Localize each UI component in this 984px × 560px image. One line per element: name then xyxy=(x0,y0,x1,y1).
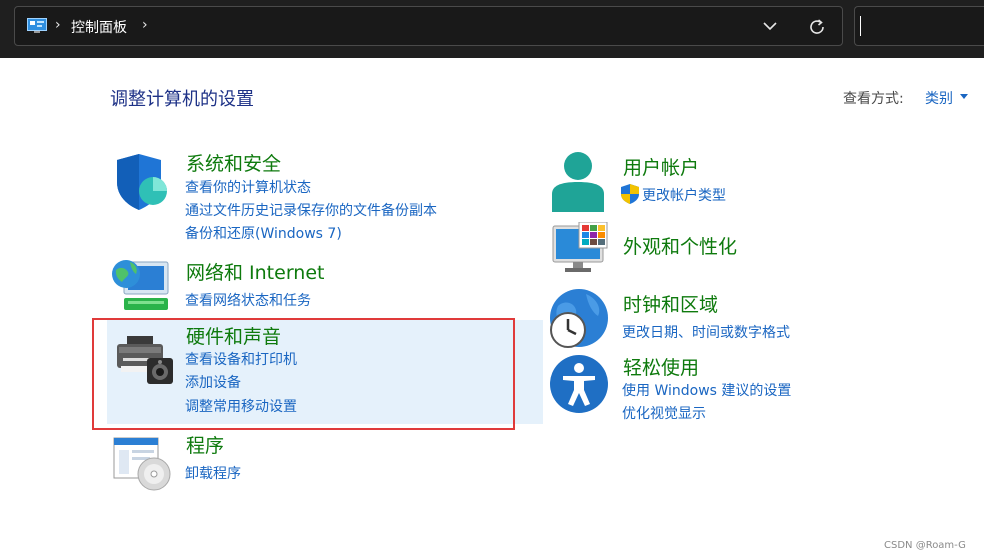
category-appearance-personalization[interactable]: 外观和个性化 xyxy=(623,232,737,259)
programs-disc-icon[interactable] xyxy=(112,436,174,492)
category-user-accounts[interactable]: 用户帐户 xyxy=(623,153,699,180)
page-title: 调整计算机的设置 xyxy=(110,89,254,110)
category-clock-region[interactable]: 时钟和区域 xyxy=(623,290,718,317)
title-bar: › 控制面板 › xyxy=(0,0,984,58)
view-by-dropdown[interactable]: 类别 xyxy=(925,88,953,108)
printer-speaker-icon[interactable] xyxy=(113,334,175,386)
control-panel-icon xyxy=(27,18,47,33)
link-change-account-type[interactable]: 更改帐户类型 xyxy=(642,185,726,205)
shield-pie-icon[interactable] xyxy=(113,154,169,210)
link-change-date-time-format[interactable]: 更改日期、时间或数字格式 xyxy=(622,322,790,342)
link-uninstall-program[interactable]: 卸载程序 xyxy=(185,463,241,483)
link-windows-recommended-settings[interactable]: 使用 Windows 建议的设置 xyxy=(622,380,791,400)
category-hardware-sound[interactable]: 硬件和声音 xyxy=(186,322,281,349)
link-view-devices-printers[interactable]: 查看设备和打印机 xyxy=(185,349,297,369)
breadcrumb-control-panel[interactable]: 控制面板 xyxy=(71,17,127,37)
address-bar[interactable]: › 控制面板 › xyxy=(14,6,843,46)
watermark: CSDN @Roam-G xyxy=(884,540,966,551)
breadcrumb-separator[interactable]: › xyxy=(142,17,148,33)
network-globe-icon[interactable] xyxy=(110,256,170,314)
uac-shield-icon xyxy=(621,184,639,204)
user-account-icon[interactable] xyxy=(550,150,606,212)
clock-globe-icon[interactable] xyxy=(548,288,610,350)
category-network-internet[interactable]: 网络和 Internet xyxy=(186,258,324,285)
view-by-caret-icon[interactable] xyxy=(960,94,968,99)
text-caret xyxy=(860,16,861,36)
search-input[interactable] xyxy=(854,6,984,46)
view-by-label: 查看方式: xyxy=(843,91,904,107)
accessibility-icon[interactable] xyxy=(549,354,609,414)
link-file-history-backup[interactable]: 通过文件历史记录保存你的文件备份副本 xyxy=(185,200,437,220)
category-programs[interactable]: 程序 xyxy=(186,431,224,458)
category-ease-of-access[interactable]: 轻松使用 xyxy=(623,353,699,380)
link-view-network-status[interactable]: 查看网络状态和任务 xyxy=(185,290,311,310)
chevron-down-icon[interactable] xyxy=(761,17,779,35)
link-optimize-visual-display[interactable]: 优化视觉显示 xyxy=(622,403,706,423)
link-backup-restore[interactable]: 备份和还原(Windows 7) xyxy=(185,223,342,243)
link-view-computer-status[interactable]: 查看你的计算机状态 xyxy=(185,177,311,197)
refresh-icon[interactable] xyxy=(807,17,827,37)
link-mobility-settings[interactable]: 调整常用移动设置 xyxy=(185,396,297,416)
breadcrumb-separator[interactable]: › xyxy=(55,17,61,33)
link-add-device[interactable]: 添加设备 xyxy=(185,372,241,392)
category-system-security[interactable]: 系统和安全 xyxy=(186,149,281,176)
appearance-monitor-icon[interactable] xyxy=(551,222,609,274)
